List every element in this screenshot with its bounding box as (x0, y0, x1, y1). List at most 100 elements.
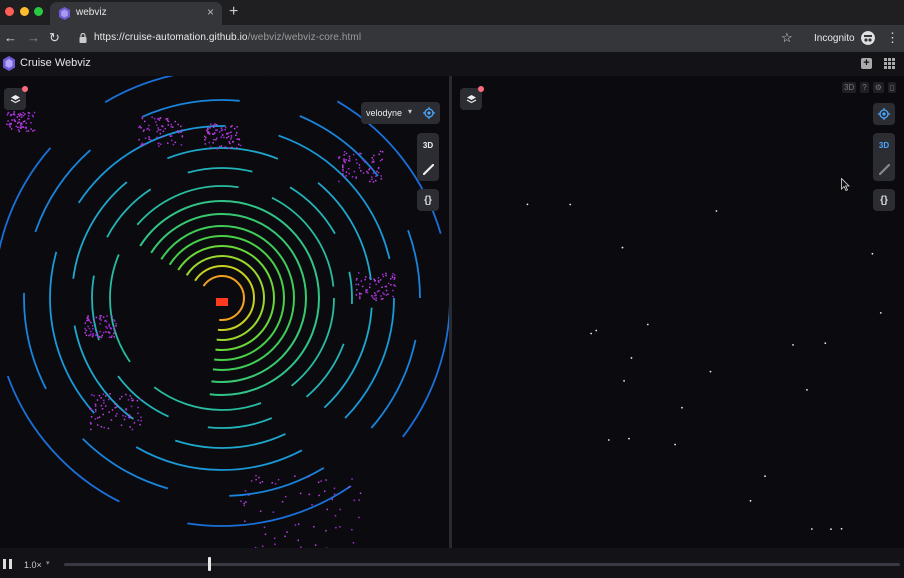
lidar-point (230, 131, 232, 133)
lidar-point (30, 128, 32, 130)
camera-select[interactable]: velodyne ▾ (361, 102, 417, 124)
point-marker (764, 475, 766, 478)
tab-title: webviz (76, 7, 107, 18)
lidar-point (86, 317, 88, 319)
right-3d-panel[interactable]: 3D ? ⚙ ▯ 3D {} (452, 76, 904, 548)
incognito-icon[interactable] (861, 31, 875, 45)
lidar-point (372, 172, 375, 175)
notification-dot (22, 86, 28, 92)
lidar-point (161, 125, 163, 127)
lidar-point (342, 170, 344, 172)
measure-button[interactable] (417, 157, 439, 181)
lidar-point (180, 131, 182, 133)
lidar-point (357, 283, 360, 286)
lidar-point (88, 318, 90, 321)
lidar-point (139, 423, 141, 426)
point-marker (526, 203, 529, 206)
maximize-window-button[interactable] (34, 7, 43, 16)
sparse-point-view[interactable] (452, 76, 904, 548)
lidar-point (380, 175, 383, 177)
browser-menu-icon[interactable]: ⋮ (886, 30, 899, 46)
lidar-point (120, 424, 123, 427)
lidar-point (110, 419, 113, 421)
lidar-point (162, 130, 165, 133)
lidar-point (124, 415, 127, 418)
lidar-point (17, 122, 19, 124)
panel-toolbar: 3D ? ⚙ ▯ (842, 82, 897, 93)
address-bar[interactable]: https://cruise-automation.github.io/webv… (94, 32, 361, 43)
lidar-point (393, 278, 396, 281)
browser-tab[interactable]: webviz × (50, 2, 222, 25)
lidar-point (355, 177, 357, 180)
lidar-point (228, 147, 230, 150)
trash-icon[interactable]: ▯ (887, 82, 897, 93)
point-marker (623, 379, 625, 382)
lidar-point (387, 293, 389, 295)
measure-button[interactable] (873, 157, 895, 181)
lidar-point (17, 126, 19, 129)
timeline-scrubber[interactable] (208, 557, 212, 571)
lidar-point (236, 126, 238, 128)
lidar-point (140, 419, 142, 422)
lidar-point (228, 141, 231, 143)
lidar-point (348, 160, 351, 162)
follow-target-button[interactable] (873, 103, 895, 125)
lidar-point (22, 126, 24, 128)
forward-icon[interactable]: → (27, 30, 40, 46)
playback-speed-select[interactable]: 1.0× (24, 560, 42, 570)
reload-icon[interactable]: ↻ (49, 30, 60, 46)
lidar-point (223, 136, 225, 139)
lidar-point (387, 282, 390, 285)
lidar-point (172, 126, 174, 128)
toggle-3d-button[interactable]: 3D (417, 133, 439, 157)
lidar-point (225, 126, 227, 129)
lidar-point (385, 274, 387, 277)
minimize-window-button[interactable] (20, 7, 29, 16)
lidar-point (172, 143, 175, 146)
lidar-point (348, 158, 351, 160)
lidar-point (382, 298, 384, 300)
lidar-point (382, 275, 385, 278)
new-tab-button[interactable]: + (229, 3, 238, 21)
lidar-point (141, 117, 144, 120)
toggle-3d-button[interactable]: 3D (873, 133, 895, 157)
lidar-point (364, 276, 367, 278)
lidar-point (325, 479, 327, 481)
left-3d-panel[interactable]: velodyne ▾ 3D {} (0, 76, 449, 548)
lidar-point (358, 164, 361, 166)
lidar-point (220, 136, 223, 138)
chevron-down-icon: ▾ (46, 560, 50, 567)
bookmark-star-icon[interactable]: ☆ (781, 30, 793, 46)
lidar-point (20, 126, 23, 128)
lidar-point (116, 413, 118, 415)
lidar-point (84, 327, 86, 330)
lidar-point (230, 136, 233, 139)
timeline-track[interactable] (64, 563, 900, 566)
close-window-button[interactable] (5, 7, 14, 16)
settings-icon[interactable]: ⚙ (872, 82, 884, 93)
lidar-point (212, 124, 215, 127)
lidar-point (385, 289, 388, 292)
lidar-point (365, 289, 367, 291)
lidar-point (115, 415, 117, 417)
follow-target-button[interactable] (417, 102, 440, 124)
tab-close-icon[interactable]: × (207, 5, 214, 19)
topics-button[interactable]: {} (873, 189, 895, 211)
back-icon[interactable]: ← (4, 30, 17, 46)
pause-icon[interactable] (3, 559, 13, 569)
lidar-point (140, 416, 142, 419)
lidar-point (100, 404, 103, 407)
help-icon[interactable]: ? (860, 82, 869, 93)
lidar-point (244, 520, 246, 523)
lidar-point (255, 474, 257, 477)
lidar-point (13, 111, 16, 113)
layout-grid-icon[interactable] (884, 58, 895, 69)
lidar-point (177, 131, 180, 134)
lidar-point (326, 508, 328, 511)
point-marker (709, 370, 712, 373)
lidar-point (84, 332, 87, 334)
add-panel-button[interactable]: + (861, 58, 872, 69)
lidar-point-cloud-view[interactable] (0, 76, 449, 548)
lidar-point (377, 171, 380, 174)
topics-button[interactable]: {} (417, 189, 439, 211)
